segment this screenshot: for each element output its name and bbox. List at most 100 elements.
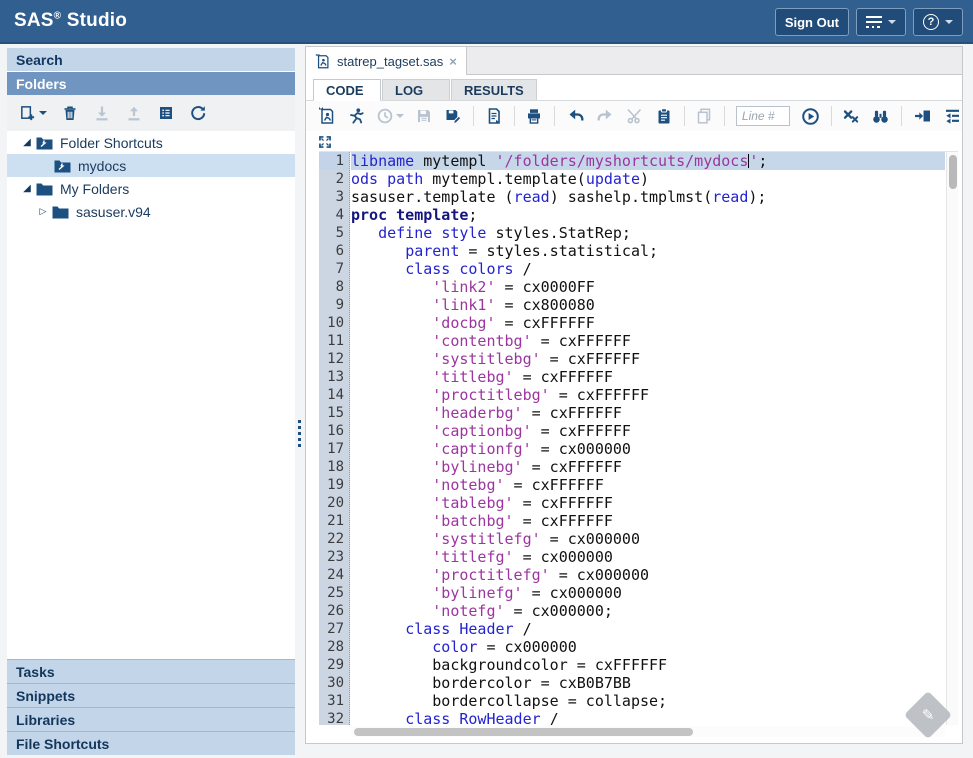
expander-open-icon[interactable]: ◢ xyxy=(21,183,33,194)
help-menu-button[interactable]: ? xyxy=(913,8,963,36)
folders-tree: ◢ Folder Shortcuts mydocs ◢ My Folders ▷… xyxy=(7,131,295,659)
properties-button[interactable] xyxy=(157,104,175,122)
maximize-view-button[interactable] xyxy=(318,135,332,149)
code-line[interactable]: class RowHeader / xyxy=(351,710,945,725)
code-line[interactable]: define style styles.StatRep; xyxy=(351,224,945,242)
code-line[interactable]: sasuser.template (read) sashelp.tmplmst(… xyxy=(351,188,945,206)
sidebar-item-tasks[interactable]: Tasks xyxy=(7,659,295,683)
vertical-scrollbar[interactable] xyxy=(946,152,958,725)
horizontal-scrollbar[interactable] xyxy=(351,726,945,737)
code-line[interactable]: 'titlefg' = cx000000 xyxy=(351,548,945,566)
run-button[interactable] xyxy=(347,107,365,125)
horizontal-scrollbar-thumb[interactable] xyxy=(354,728,693,736)
line-number: 19 xyxy=(319,476,349,494)
code-line[interactable]: 'captionfg' = cx000000 xyxy=(351,440,945,458)
code-line[interactable]: ods path mytempl.template(update) xyxy=(351,170,945,188)
tab-statrep-tagset-sas[interactable]: statrep_tagset.sas × xyxy=(306,47,467,75)
section-header-search[interactable]: Search xyxy=(7,48,295,71)
code-line[interactable]: bordercolor = cxB0B7BB xyxy=(351,674,945,692)
expander-closed-icon[interactable]: ▷ xyxy=(37,206,49,217)
vertical-scrollbar-thumb[interactable] xyxy=(949,155,957,189)
section-header-folders[interactable]: Folders xyxy=(7,72,295,95)
line-number: 22 xyxy=(319,530,349,548)
expander-open-icon[interactable]: ◢ xyxy=(21,137,33,148)
code-line[interactable]: 'bylinebg' = cxFFFFFF xyxy=(351,458,945,476)
code-line[interactable]: 'proctitlebg' = cxFFFFFF xyxy=(351,386,945,404)
line-number: 6 xyxy=(319,242,349,260)
go-to-submitted-code-button[interactable] xyxy=(913,107,932,125)
paste-button[interactable] xyxy=(655,107,673,125)
submission-history-button xyxy=(376,107,404,125)
format-code-button[interactable] xyxy=(943,107,962,125)
tree-item-mydocs[interactable]: mydocs xyxy=(7,154,295,177)
line-number: 15 xyxy=(319,404,349,422)
tab-results[interactable]: RESULTS xyxy=(451,79,537,100)
code-line[interactable]: bordercollapse = collapse; xyxy=(351,692,945,710)
line-number: 29 xyxy=(319,656,349,674)
folder-shortcut-icon xyxy=(54,159,71,173)
code-line[interactable]: 'systitlefg' = cx000000 xyxy=(351,530,945,548)
folders-toolbar xyxy=(7,95,295,131)
pane-splitter[interactable] xyxy=(296,48,304,755)
code-line[interactable]: 'contentbg' = cxFFFFFF xyxy=(351,332,945,350)
tree-item-folder-shortcuts[interactable]: ◢ Folder Shortcuts xyxy=(7,131,295,154)
line-number: 30 xyxy=(319,674,349,692)
code-line[interactable]: 'notebg' = cxFFFFFF xyxy=(351,476,945,494)
code-line[interactable]: 'tablebg' = cxFFFFFF xyxy=(351,494,945,512)
code-line[interactable]: 'titlebg' = cxFFFFFF xyxy=(351,368,945,386)
line-number: 18 xyxy=(319,458,349,476)
line-number: 14 xyxy=(319,386,349,404)
delete-button[interactable] xyxy=(61,104,79,122)
code-line[interactable]: 'proctitlefg' = cx000000 xyxy=(351,566,945,584)
print-preview-button[interactable] xyxy=(485,107,503,125)
code-line[interactable]: proc template; xyxy=(351,206,945,224)
line-number: 2 xyxy=(319,170,349,188)
code-line[interactable]: 'headerbg' = cxFFFFFF xyxy=(351,404,945,422)
tab-code[interactable]: CODE xyxy=(313,79,381,100)
code-line[interactable]: parent = styles.statistical; xyxy=(351,242,945,260)
code-line[interactable]: color = cx000000 xyxy=(351,638,945,656)
code-line[interactable]: 'link1' = cx800080 xyxy=(351,296,945,314)
code-line[interactable]: 'systitlebg' = cxFFFFFF xyxy=(351,350,945,368)
code-line[interactable]: class Header / xyxy=(351,620,945,638)
editor-gutter: 1234567891011121314151617181920212223242… xyxy=(319,152,350,725)
new-program-button[interactable] xyxy=(318,107,336,125)
top-bar: SAS® Studio Sign Out ? xyxy=(0,0,973,44)
clear-code-button[interactable] xyxy=(842,107,860,125)
goto-line-button[interactable] xyxy=(801,107,820,126)
code-line[interactable]: 'bylinefg' = cx000000 xyxy=(351,584,945,602)
new-item-button[interactable] xyxy=(19,104,47,122)
code-line[interactable]: 'captionbg' = cxFFFFFF xyxy=(351,422,945,440)
tree-item-sasuser-v94[interactable]: ▷ sasuser.v94 xyxy=(7,200,295,223)
save-as-button[interactable] xyxy=(444,107,462,125)
code-editor[interactable]: 1234567891011121314151617181920212223242… xyxy=(319,151,958,737)
code-line[interactable]: 'link2' = cx0000FF xyxy=(351,278,945,296)
tree-item-label: mydocs xyxy=(78,158,126,174)
toolbar-separator xyxy=(473,106,474,126)
undo-button[interactable] xyxy=(566,107,585,125)
tree-item-my-folders[interactable]: ◢ My Folders xyxy=(7,177,295,200)
code-line[interactable]: libname mytempl '/folders/myshortcuts/my… xyxy=(351,152,945,170)
print-button[interactable] xyxy=(525,107,543,125)
code-area[interactable]: libname mytempl '/folders/myshortcuts/my… xyxy=(351,152,945,725)
tab-log[interactable]: LOG xyxy=(382,79,450,100)
find-replace-button[interactable] xyxy=(871,107,890,125)
code-line[interactable]: backgroundcolor = cxFFFFFF xyxy=(351,656,945,674)
code-line[interactable]: class colors / xyxy=(351,260,945,278)
application-options-menu-button[interactable] xyxy=(856,8,906,36)
sidebar-item-file-shortcuts[interactable]: File Shortcuts xyxy=(7,731,295,755)
sign-out-label: Sign Out xyxy=(785,15,839,30)
code-line[interactable]: 'batchbg' = cxFFFFFF xyxy=(351,512,945,530)
code-line[interactable]: 'notefg' = cx000000; xyxy=(351,602,945,620)
line-number: 32 xyxy=(319,710,349,725)
sign-out-button[interactable]: Sign Out xyxy=(775,8,849,36)
sidebar-item-snippets[interactable]: Snippets xyxy=(7,683,295,707)
close-tab-icon[interactable]: × xyxy=(449,55,457,68)
code-line[interactable]: 'docbg' = cxFFFFFF xyxy=(351,314,945,332)
goto-line-input[interactable] xyxy=(736,106,790,126)
sidebar-item-libraries[interactable]: Libraries xyxy=(7,707,295,731)
refresh-button[interactable] xyxy=(189,104,207,122)
line-number: 31 xyxy=(319,692,349,710)
work-area: statrep_tagset.sas × CODE LOG RESULTS xyxy=(305,46,963,744)
line-number: 21 xyxy=(319,512,349,530)
